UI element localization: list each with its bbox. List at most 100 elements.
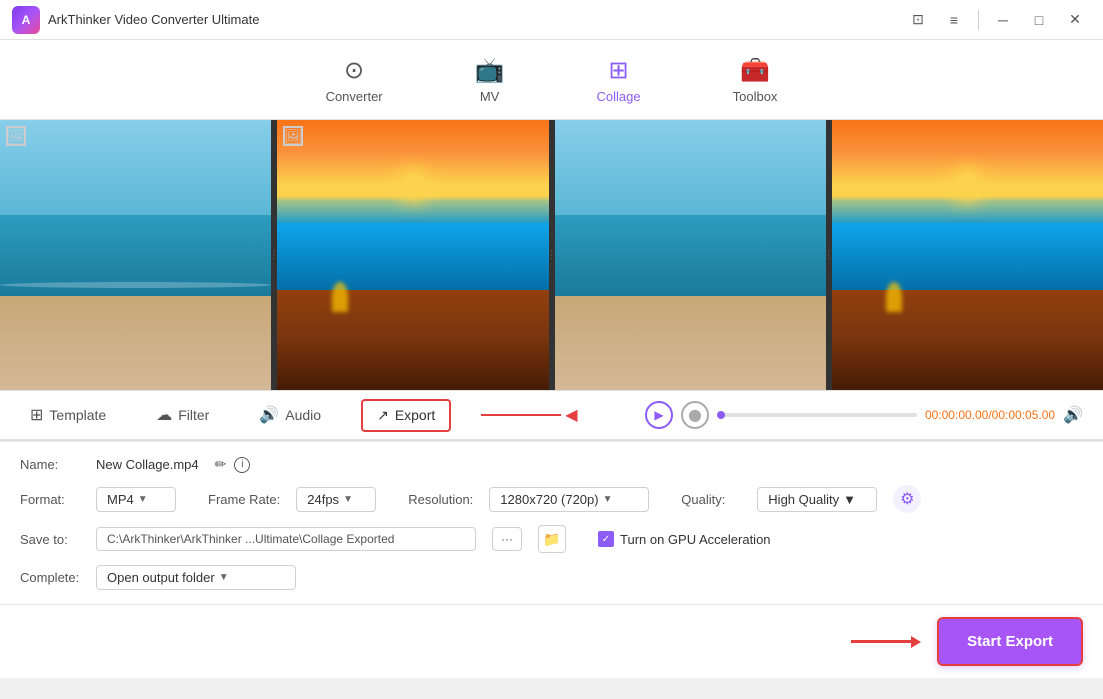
framerate-label: Frame Rate: <box>208 492 280 507</box>
complete-value: Open output folder <box>107 570 215 585</box>
open-folder-button[interactable]: 📁 <box>538 525 566 553</box>
name-actions: ✏ i <box>215 456 251 473</box>
chat-button[interactable]: ⊡ <box>902 6 934 34</box>
filter-tab[interactable]: ☁ Filter <box>146 399 219 431</box>
gpu-label[interactable]: ✓ Turn on GPU Acceleration <box>598 531 771 547</box>
beach-image-3 <box>555 120 826 390</box>
menu-button[interactable]: ≡ <box>938 6 970 34</box>
complete-select[interactable]: Open output folder ▼ <box>96 565 296 590</box>
settings-panel: Name: New Collage.mp4 ✏ i Format: MP4 ▼ … <box>0 441 1103 604</box>
export-button[interactable]: ↗ Export <box>361 399 451 432</box>
format-label: Format: <box>20 492 80 507</box>
preview-area: 🖼 ⋮ 🖼 ⋮ ⋮ <box>0 120 1103 390</box>
export-label: Export <box>395 407 435 423</box>
complete-arrow-icon: ▼ <box>219 572 229 583</box>
title-bar: A ArkThinker Video Converter Ultimate ⊡ … <box>0 0 1103 40</box>
template-tab[interactable]: ⊞ Template <box>20 399 116 431</box>
minimize-button[interactable]: ─ <box>987 6 1019 34</box>
tab-collage[interactable]: ⊞ Collage <box>581 48 657 112</box>
toolbox-icon: 🧰 <box>740 56 770 85</box>
gpu-checkbox[interactable]: ✓ <box>598 531 614 547</box>
preview-panel-2[interactable]: 🖼 <box>277 120 548 390</box>
converter-icon: ⊙ <box>344 56 364 85</box>
tab-toolbox[interactable]: 🧰 Toolbox <box>717 48 794 112</box>
format-select[interactable]: MP4 ▼ <box>96 487 176 512</box>
template-label: Template <box>49 407 106 423</box>
complete-row: Complete: Open output folder ▼ <box>20 565 1083 590</box>
saveto-row: Save to: C:\ArkThinker\ArkThinker ...Ult… <box>20 525 1083 553</box>
resolution-label: Resolution: <box>408 492 473 507</box>
playback-controls: ▶ ⬤ 00:00:00.00/00:00:05.00 🔊 <box>645 401 1083 429</box>
name-label: Name: <box>20 457 80 472</box>
preview-panel-4[interactable] <box>832 120 1103 390</box>
time-display: 00:00:00.00/00:00:05.00 <box>925 408 1055 422</box>
arrow-shaft <box>851 640 911 643</box>
export-icon: ↗ <box>377 407 389 424</box>
audio-tab[interactable]: 🔊 Audio <box>249 399 331 431</box>
name-value: New Collage.mp4 <box>96 457 199 472</box>
filter-icon: ☁ <box>156 405 172 425</box>
resolution-value: 1280x720 (720p) <box>500 492 598 507</box>
arrow-line <box>481 414 561 416</box>
progress-fill <box>717 411 725 419</box>
quality-select[interactable]: High Quality ▼ <box>757 487 877 512</box>
format-row: Format: MP4 ▼ Frame Rate: 24fps ▼ Resolu… <box>20 485 1083 513</box>
volume-icon[interactable]: 🔊 <box>1063 405 1083 425</box>
quality-value: High Quality <box>768 492 839 507</box>
gpu-text: Turn on GPU Acceleration <box>620 532 771 547</box>
stop-button[interactable]: ⬤ <box>681 401 709 429</box>
mv-icon: 📺 <box>475 56 505 85</box>
browse-button[interactable]: ··· <box>492 527 522 551</box>
saveto-label: Save to: <box>20 532 80 547</box>
resolution-arrow-icon: ▼ <box>603 494 613 505</box>
maximize-button[interactable]: □ <box>1023 6 1055 34</box>
add-media-icon-2[interactable]: 🖼 <box>283 126 303 146</box>
quality-arrow-icon: ▼ <box>843 492 856 507</box>
name-row: Name: New Collage.mp4 ✏ i <box>20 456 1083 473</box>
converter-label: Converter <box>326 89 383 104</box>
add-media-icon-1[interactable]: 🖼 <box>6 126 26 146</box>
start-export-arrow <box>851 636 921 648</box>
collage-label: Collage <box>597 89 641 104</box>
framerate-value: 24fps <box>307 492 339 507</box>
format-value: MP4 <box>107 492 134 507</box>
audio-icon: 🔊 <box>259 405 279 425</box>
close-button[interactable]: ✕ <box>1059 6 1091 34</box>
info-icon[interactable]: i <box>234 457 250 473</box>
play-button[interactable]: ▶ <box>645 401 673 429</box>
progress-track[interactable] <box>717 413 917 417</box>
resolution-select[interactable]: 1280x720 (720p) ▼ <box>489 487 649 512</box>
edit-name-icon[interactable]: ✏ <box>215 456 227 473</box>
preview-panel-1[interactable]: 🖼 <box>0 120 271 390</box>
toolbar-bar: ⊞ Template ☁ Filter 🔊 Audio ↗ Export ◀ ▶… <box>0 390 1103 440</box>
save-path-display: C:\ArkThinker\ArkThinker ...Ultimate\Col… <box>96 527 476 551</box>
start-export-wrapper: Start Export <box>851 617 1083 666</box>
export-arrow-hint: ◀ <box>481 405 577 425</box>
title-sep <box>978 10 979 30</box>
format-arrow-icon: ▼ <box>138 494 148 505</box>
beach-image-1 <box>0 120 271 390</box>
tab-mv[interactable]: 📺 MV <box>459 48 521 112</box>
quality-settings-button[interactable]: ⚙ <box>893 485 921 513</box>
audio-label: Audio <box>285 407 321 423</box>
title-bar-controls: ⊡ ≡ ─ □ ✕ <box>902 6 1091 34</box>
filter-label: Filter <box>178 407 209 423</box>
title-bar-left: A ArkThinker Video Converter Ultimate <box>12 6 259 34</box>
tab-converter[interactable]: ⊙ Converter <box>310 48 399 112</box>
save-path-text: C:\ArkThinker\ArkThinker ...Ultimate\Col… <box>107 532 394 546</box>
mv-label: MV <box>480 89 500 104</box>
start-export-button[interactable]: Start Export <box>937 617 1083 666</box>
preview-panel-3[interactable] <box>555 120 826 390</box>
beach-image-2 <box>277 120 548 390</box>
bottom-bar: Start Export <box>0 604 1103 678</box>
template-icon: ⊞ <box>30 405 43 425</box>
framerate-arrow-icon: ▼ <box>343 494 353 505</box>
framerate-select[interactable]: 24fps ▼ <box>296 487 376 512</box>
app-title: ArkThinker Video Converter Ultimate <box>48 12 259 27</box>
complete-label: Complete: <box>20 570 80 585</box>
beach-image-4 <box>832 120 1103 390</box>
nav-tabs: ⊙ Converter 📺 MV ⊞ Collage 🧰 Toolbox <box>0 40 1103 120</box>
toolbox-label: Toolbox <box>733 89 778 104</box>
collage-icon: ⊞ <box>609 56 629 85</box>
arrow-tip <box>911 636 921 648</box>
